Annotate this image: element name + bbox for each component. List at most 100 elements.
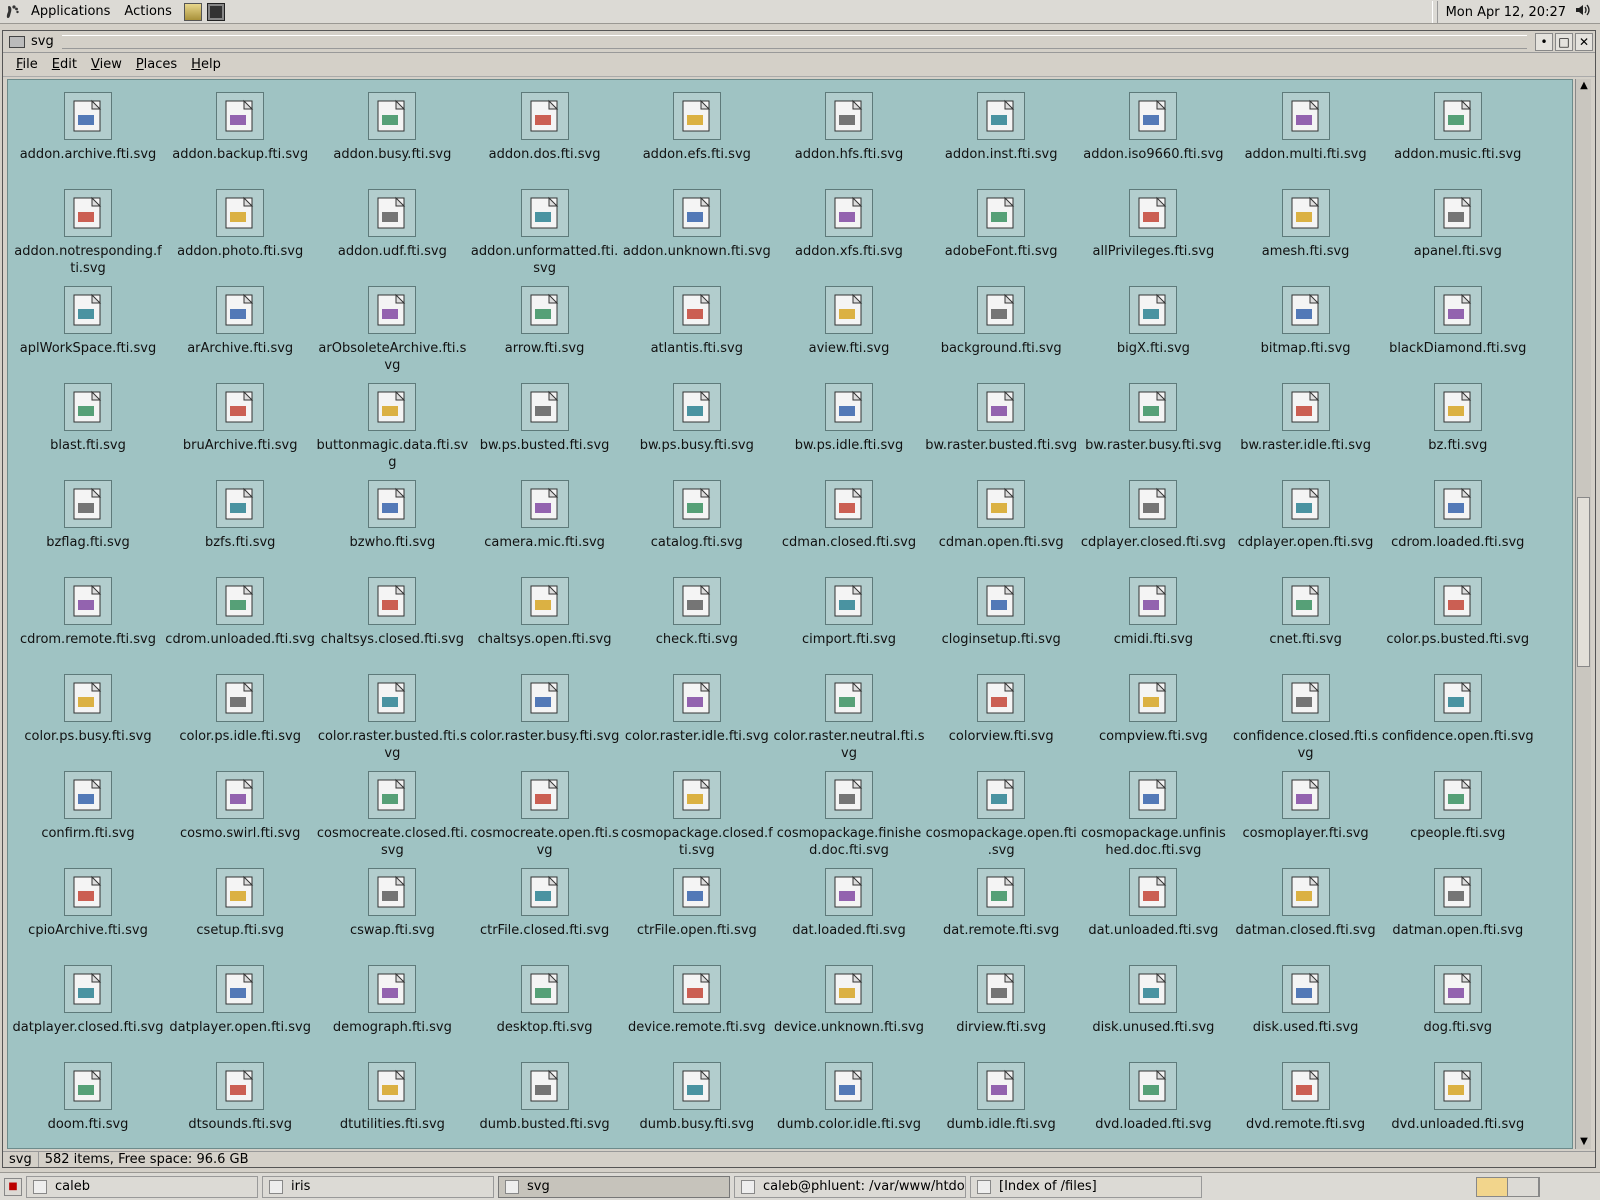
file-icon[interactable] [1433, 771, 1482, 819]
file-icon[interactable] [520, 189, 569, 237]
file-icon[interactable] [520, 286, 569, 334]
file-icon[interactable] [520, 480, 569, 528]
file-icon[interactable] [64, 868, 112, 916]
close-icon[interactable]: ✕ [1575, 32, 1593, 51]
file-icon[interactable] [672, 480, 721, 528]
file-icon[interactable] [825, 92, 873, 140]
file-icon[interactable] [1281, 1062, 1330, 1110]
maximize-icon[interactable]: □ [1555, 32, 1573, 51]
file-icon[interactable] [520, 1062, 569, 1110]
file-icon[interactable] [825, 577, 873, 625]
menu-view[interactable]: View [84, 57, 129, 72]
applications-menu[interactable]: Applications [24, 0, 117, 24]
file-icon[interactable] [64, 674, 112, 722]
file-icon[interactable] [64, 577, 112, 625]
file-icon[interactable] [1433, 286, 1482, 334]
file-icon[interactable] [977, 383, 1026, 431]
file-icon[interactable] [64, 1062, 112, 1110]
file-icon[interactable] [977, 189, 1026, 237]
file-icon[interactable] [216, 480, 265, 528]
file-icon[interactable] [977, 92, 1026, 140]
file-icon[interactable] [672, 383, 721, 431]
file-icon[interactable] [368, 771, 417, 819]
file-icon[interactable] [368, 189, 417, 237]
notes-launcher-icon[interactable] [183, 3, 202, 21]
file-icon[interactable] [520, 868, 569, 916]
file-icon[interactable] [216, 383, 265, 431]
task-caleb[interactable]: caleb [26, 1175, 258, 1198]
file-icon[interactable] [825, 674, 873, 722]
file-icon[interactable] [825, 189, 873, 237]
file-icon[interactable] [1129, 868, 1178, 916]
file-icon[interactable] [672, 189, 721, 237]
file-icon[interactable] [368, 286, 417, 334]
file-icon[interactable] [1433, 189, 1482, 237]
file-icon-view[interactable]: addon.archive.fti.svg addon.backup.fti.sv… [7, 79, 1573, 1149]
file-icon[interactable] [1433, 480, 1482, 528]
task-browser[interactable]: [Index of /files] [970, 1175, 1202, 1198]
task-iris[interactable]: iris [262, 1175, 494, 1198]
file-icon[interactable] [1281, 383, 1330, 431]
scroll-up-icon[interactable]: ▲ [1576, 79, 1592, 93]
file-icon[interactable] [64, 189, 112, 237]
file-icon[interactable] [1281, 577, 1330, 625]
panel-handle[interactable] [1431, 1, 1438, 23]
file-icon[interactable] [64, 965, 112, 1013]
file-icon[interactable] [368, 577, 417, 625]
menu-help[interactable]: Help [184, 57, 228, 72]
menu-edit[interactable]: Edit [45, 57, 84, 72]
file-icon[interactable] [1281, 92, 1330, 140]
window-titlebar[interactable]: svg • □ ✕ [3, 31, 1595, 53]
file-icon[interactable] [1129, 771, 1178, 819]
file-icon[interactable] [368, 1062, 417, 1110]
file-icon[interactable] [368, 480, 417, 528]
file-icon[interactable] [1281, 965, 1330, 1013]
file-icon[interactable] [1433, 383, 1482, 431]
volume-icon[interactable] [1574, 2, 1592, 22]
file-icon[interactable] [1433, 868, 1482, 916]
file-icon[interactable] [368, 92, 417, 140]
file-icon[interactable] [1129, 965, 1178, 1013]
file-icon[interactable] [64, 480, 112, 528]
menu-file[interactable]: File [9, 57, 45, 72]
file-icon[interactable] [672, 286, 721, 334]
file-icon[interactable] [216, 286, 265, 334]
scroll-thumb[interactable] [1577, 497, 1590, 667]
scroll-down-icon[interactable]: ▼ [1576, 1135, 1592, 1149]
window-menu-icon[interactable] [9, 35, 25, 48]
menu-places[interactable]: Places [129, 57, 184, 72]
file-icon[interactable] [368, 965, 417, 1013]
file-icon[interactable] [1281, 868, 1330, 916]
file-icon[interactable] [216, 868, 265, 916]
file-icon[interactable] [1433, 577, 1482, 625]
file-icon[interactable] [368, 674, 417, 722]
file-icon[interactable] [1281, 674, 1330, 722]
workspace-2[interactable] [1508, 1178, 1539, 1196]
workspace-1[interactable] [1477, 1178, 1508, 1196]
task-svg[interactable]: svg [498, 1175, 730, 1198]
minimize-icon[interactable]: • [1535, 32, 1553, 51]
file-icon[interactable] [64, 383, 112, 431]
file-icon[interactable] [1433, 1062, 1482, 1110]
file-icon[interactable] [672, 771, 721, 819]
file-icon[interactable] [977, 1062, 1026, 1110]
file-icon[interactable] [520, 92, 569, 140]
file-icon[interactable] [520, 674, 569, 722]
file-icon[interactable] [64, 771, 112, 819]
file-icon[interactable] [64, 286, 112, 334]
vertical-scrollbar[interactable]: ▲ ▼ [1575, 79, 1591, 1149]
file-icon[interactable] [977, 480, 1026, 528]
file-icon[interactable] [672, 1062, 721, 1110]
gnome-foot-icon[interactable] [4, 3, 22, 21]
actions-menu[interactable]: Actions [117, 0, 179, 24]
file-icon[interactable] [1129, 92, 1178, 140]
file-icon[interactable] [1433, 674, 1482, 722]
file-icon[interactable] [216, 1062, 265, 1110]
terminal-launcher-icon[interactable] [206, 3, 225, 21]
file-icon[interactable] [977, 771, 1026, 819]
file-icon[interactable] [520, 965, 569, 1013]
file-icon[interactable] [1129, 286, 1178, 334]
task-terminal[interactable]: caleb@phluent: /var/www/htdocs/w [734, 1175, 966, 1198]
file-icon[interactable] [216, 577, 265, 625]
file-icon[interactable] [1281, 189, 1330, 237]
